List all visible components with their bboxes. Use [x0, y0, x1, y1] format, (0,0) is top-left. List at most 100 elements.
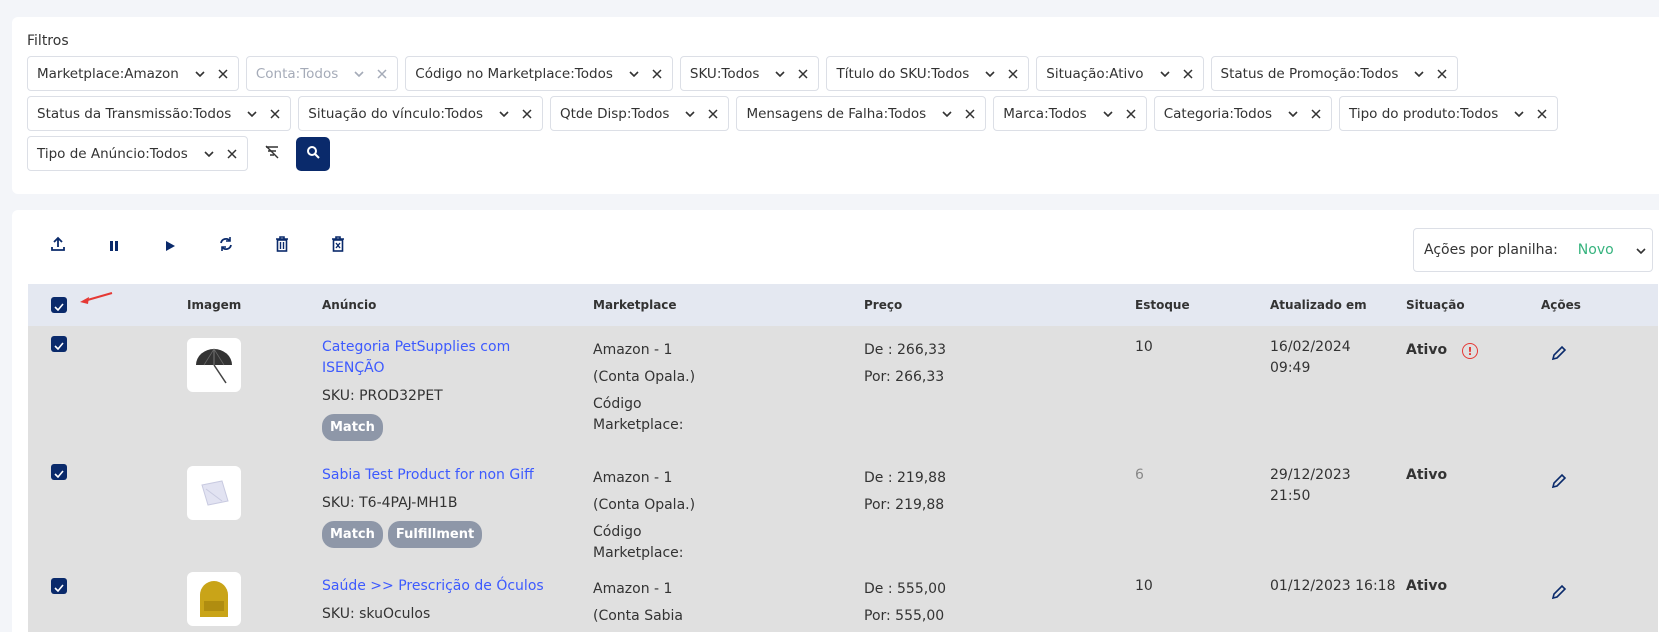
play-button[interactable]	[152, 228, 188, 264]
upload-button[interactable]	[40, 228, 76, 264]
check-icon	[54, 577, 64, 596]
product-image-chair[interactable]	[187, 572, 241, 626]
filter-value: Todos	[1360, 65, 1399, 82]
filter-marca[interactable]: Marca: Todos	[993, 96, 1147, 131]
row-checkbox[interactable]	[51, 464, 67, 480]
play-icon	[164, 237, 176, 256]
close-icon[interactable]	[707, 108, 719, 120]
filter-value: Todos	[1048, 105, 1087, 122]
chevron-down-icon[interactable]	[1412, 67, 1426, 81]
close-icon[interactable]	[269, 108, 281, 120]
close-icon[interactable]	[1007, 68, 1019, 80]
close-icon[interactable]	[1182, 68, 1194, 80]
filter-codigo-marketplace[interactable]: Código no Marketplace: Todos	[405, 56, 673, 91]
filter-qtde-disp[interactable]: Qtde Disp: Todos	[549, 96, 730, 131]
chevron-down-icon[interactable]	[245, 107, 259, 121]
chevron-down-icon[interactable]	[497, 107, 511, 121]
filter-categoria[interactable]: Categoria: Todos	[1153, 96, 1333, 131]
upload-icon	[50, 236, 66, 256]
filter-status-transmissao[interactable]: Status da Transmissão: Todos	[27, 96, 292, 131]
listing-title-link[interactable]: Sabia Test Product for non Giff	[322, 465, 534, 486]
close-icon[interactable]	[964, 108, 976, 120]
chevron-down-icon[interactable]	[1286, 107, 1300, 121]
table-row: Categoria PetSupplies com ISENÇÃO SKU: PR…	[28, 326, 1658, 454]
filter-label: Título do SKU:	[836, 65, 932, 82]
marketplace-name: Amazon - 1	[593, 470, 673, 486]
filter-value: Ativo	[1109, 65, 1144, 82]
header-price[interactable]: Preço	[864, 298, 902, 312]
updated-at: 16/02/2024 09:49	[1270, 339, 1351, 376]
header-image: Imagem	[187, 298, 242, 312]
table-body: Categoria PetSupplies com ISENÇÃO SKU: PR…	[28, 326, 1658, 632]
chevron-down-icon[interactable]	[773, 67, 787, 81]
marketplace-account: (Conta Sabia	[593, 608, 684, 624]
chevron-down-icon[interactable]	[940, 107, 954, 121]
sheet-actions-select[interactable]: Ações por planilha: Novo	[1413, 228, 1653, 272]
filter-situacao-vinculo[interactable]: Situação do vínculo: Todos	[298, 96, 543, 131]
edit-icon[interactable]	[1550, 344, 1568, 362]
delete-button[interactable]	[264, 228, 300, 264]
filter-value: Todos	[149, 145, 188, 162]
header-marketplace[interactable]: Marketplace	[593, 298, 677, 312]
arrow-annotation-icon	[78, 290, 114, 309]
sync-icon	[218, 236, 234, 256]
chevron-down-icon[interactable]	[1158, 67, 1172, 81]
select-all-checkbox[interactable]	[51, 297, 67, 313]
filter-tipo-anuncio[interactable]: Tipo de Anúncio: Todos	[27, 136, 248, 171]
chevron-down-icon[interactable]	[983, 67, 997, 81]
filter-value: Todos	[888, 105, 927, 122]
product-image-umbrella[interactable]	[187, 338, 241, 392]
status-text: Ativo	[1406, 467, 1448, 483]
filter-value: Todos	[193, 105, 232, 122]
header-stock[interactable]: Estoque	[1135, 298, 1190, 312]
match-badge: Match	[322, 414, 383, 441]
filter-tipo-produto[interactable]: Tipo do produto: Todos	[1339, 96, 1559, 131]
close-icon[interactable]	[521, 108, 533, 120]
warning-icon[interactable]: !	[1462, 343, 1478, 359]
close-icon[interactable]	[651, 68, 663, 80]
header-listing[interactable]: Anúncio	[322, 298, 376, 312]
listing-title-link[interactable]: Saúde >> Prescrição de Óculos	[322, 576, 544, 597]
filter-value: Todos	[931, 65, 970, 82]
sync-button[interactable]	[208, 228, 244, 264]
filter-situacao[interactable]: Situação: Ativo	[1036, 56, 1204, 91]
close-icon[interactable]	[217, 68, 229, 80]
close-icon[interactable]	[1125, 108, 1137, 120]
listing-title-link[interactable]: Categoria PetSupplies com ISENÇÃO	[322, 337, 510, 379]
edit-icon[interactable]	[1550, 583, 1568, 601]
search-button[interactable]	[295, 136, 330, 171]
chevron-down-icon[interactable]	[193, 67, 207, 81]
header-status[interactable]: Situação	[1406, 298, 1465, 312]
product-image-paper[interactable]	[187, 466, 241, 520]
filter-label: Conta:	[255, 65, 301, 82]
filter-row-2: Status da Transmissão: Todos Situação do …	[27, 96, 1559, 131]
close-icon[interactable]	[226, 148, 238, 160]
edit-icon[interactable]	[1550, 472, 1568, 490]
filter-label: Marca:	[1003, 105, 1049, 122]
chevron-down-icon[interactable]	[1512, 107, 1526, 121]
clear-filters-button[interactable]	[255, 137, 289, 171]
filter-mensagens-falha[interactable]: Mensagens de Falha: Todos	[736, 96, 987, 131]
filter-sku[interactable]: SKU: Todos	[679, 56, 820, 91]
pause-icon	[108, 237, 120, 256]
header-updated[interactable]: Atualizado em	[1270, 298, 1367, 312]
chevron-down-icon[interactable]	[627, 67, 641, 81]
row-checkbox[interactable]	[51, 336, 67, 352]
filter-marketplace[interactable]: Marketplace: Amazon	[27, 56, 239, 91]
chevron-down-icon[interactable]	[202, 147, 216, 161]
close-icon[interactable]	[1310, 108, 1322, 120]
marketplace-account: (Conta Opala.)	[593, 497, 696, 513]
chevron-down-icon[interactable]	[683, 107, 697, 121]
stock-value: 6	[1135, 467, 1144, 483]
filter-label: Tipo de Anúncio:	[37, 145, 150, 162]
filter-status-promocao[interactable]: Status de Promoção: Todos	[1210, 56, 1459, 91]
marketplace-code: Código Marketplace:	[593, 524, 684, 561]
filter-titulo-sku[interactable]: Título do SKU: Todos	[826, 56, 1030, 91]
row-checkbox[interactable]	[51, 578, 67, 594]
close-icon[interactable]	[797, 68, 809, 80]
close-icon[interactable]	[1436, 68, 1448, 80]
close-icon[interactable]	[1536, 108, 1548, 120]
delete-permanent-button[interactable]	[320, 228, 356, 264]
chevron-down-icon[interactable]	[1101, 107, 1115, 121]
pause-button[interactable]	[96, 228, 132, 264]
